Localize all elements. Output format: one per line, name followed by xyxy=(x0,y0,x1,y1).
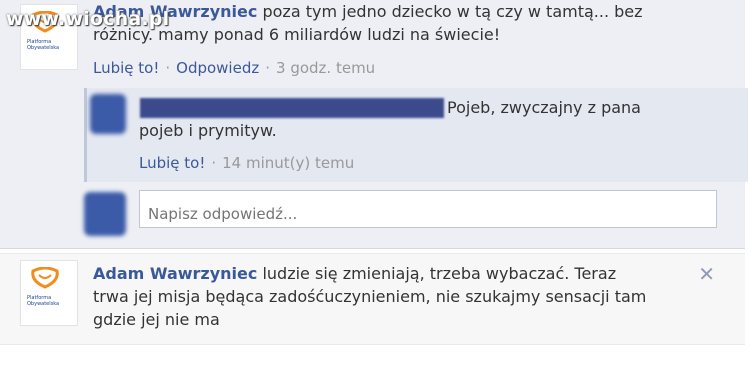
timestamp: 14 minut(y) temu xyxy=(222,154,355,172)
avatar[interactable]: Platforma Obywatelska xyxy=(20,260,78,326)
reply-text: Pojeb, zwyczajny z pana pojeb i prymityw… xyxy=(139,98,641,140)
comment-actions: Lubię to! · Odpowiedz · 3 godz. temu xyxy=(93,59,375,77)
separator: · xyxy=(211,154,217,172)
separator: · xyxy=(265,59,271,77)
comment-body: Adam Wawrzyniec poza tym jedno dziecko w… xyxy=(93,0,693,46)
party-logo-icon xyxy=(31,267,59,289)
comment-item: Platforma Obywatelska Adam Wawrzyniec lu… xyxy=(0,253,745,345)
like-link[interactable]: Lubię to! xyxy=(139,154,205,172)
reply-input[interactable] xyxy=(139,190,717,228)
reply-actions: Lubię to! · 14 minut(y) temu xyxy=(139,154,354,172)
reply-link[interactable]: Odpowiedz xyxy=(176,59,259,77)
reply-body: Pojeb, zwyczajny z pana pojeb i prymityw… xyxy=(139,96,679,142)
logo-text: Platforma Obywatelska xyxy=(27,295,60,307)
comment-body: Adam Wawrzyniec ludzie się zmieniają, tr… xyxy=(93,262,653,331)
close-icon[interactable]: ✕ xyxy=(698,262,715,286)
comment-author-link[interactable]: Adam Wawrzyniec xyxy=(93,264,257,283)
current-user-avatar xyxy=(84,192,126,236)
watermark: www.wiocha.pl xyxy=(6,8,170,30)
like-link[interactable]: Lubię to! xyxy=(93,59,159,77)
logo-text: Platforma Obywatelska xyxy=(27,39,60,51)
comment-thread: www.wiocha.pl Platforma Obywatelska Adam… xyxy=(0,0,748,249)
separator: · xyxy=(165,59,171,77)
avatar[interactable] xyxy=(90,94,126,134)
timestamp: 3 godz. temu xyxy=(276,59,376,77)
